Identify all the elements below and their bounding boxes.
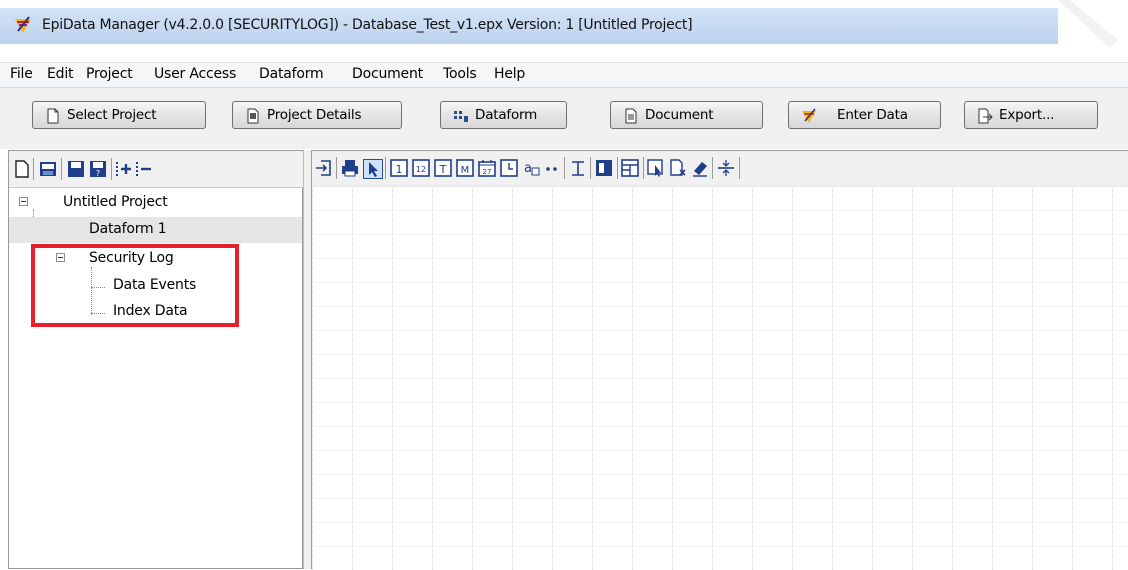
- tree-item-dataform-1[interactable]: Dataform 1: [9, 217, 302, 243]
- separator: [617, 157, 618, 179]
- separator: [336, 157, 337, 179]
- menu-user-access[interactable]: User Access: [154, 66, 236, 82]
- select-project-button[interactable]: Select Project: [32, 101, 206, 129]
- project-tree-panel: ? Untitled Project Dataform 1 Security L…: [8, 150, 304, 569]
- heading-icon[interactable]: [569, 159, 587, 177]
- document-icon: [625, 108, 637, 124]
- section-icon[interactable]: [595, 159, 613, 177]
- delete-page-icon[interactable]: [669, 159, 687, 177]
- separator: [61, 158, 62, 180]
- menu-help[interactable]: Help: [494, 66, 525, 82]
- export-button[interactable]: Export...: [964, 101, 1098, 129]
- select-area-icon[interactable]: [647, 159, 665, 177]
- project-details-button[interactable]: Project Details: [232, 101, 402, 129]
- dataform-label: Dataform: [475, 107, 538, 123]
- svg-text:12: 12: [416, 165, 426, 174]
- tree-item-label: Untitled Project: [63, 194, 168, 210]
- project-details-label: Project Details: [267, 107, 362, 123]
- svg-text:T: T: [439, 163, 447, 176]
- text-field-icon[interactable]: T: [434, 159, 452, 177]
- design-grid-overlay: [312, 186, 1128, 570]
- menu-bar: File Edit Project User Access Dataform D…: [0, 62, 1128, 87]
- new-project-icon[interactable]: [13, 160, 31, 178]
- remove-item-icon[interactable]: [135, 160, 153, 178]
- document-label: Document: [645, 107, 714, 123]
- epidata-app-icon: [15, 16, 31, 33]
- tree-item-label: Dataform 1: [89, 221, 167, 237]
- svg-text:?: ?: [96, 169, 100, 178]
- enter-data-icon: [802, 108, 816, 123]
- add-item-icon[interactable]: [115, 160, 133, 178]
- page-corner-decoration: [1058, 0, 1128, 62]
- separator: [643, 157, 644, 179]
- title-bar: EpiData Manager (v4.2.0.0 [SECURITYLOG])…: [0, 0, 1128, 62]
- time-field-icon[interactable]: [500, 159, 518, 177]
- float-field-icon[interactable]: 12: [412, 159, 430, 177]
- blank-page-icon: [47, 108, 59, 124]
- svg-text:1: 1: [396, 163, 403, 176]
- separator: [111, 158, 112, 180]
- dataform-icon: [454, 111, 468, 122]
- separator: [33, 158, 34, 180]
- form-layout-icon[interactable]: [621, 159, 639, 177]
- svg-text:a: a: [524, 161, 532, 176]
- panel-splitter[interactable]: [303, 150, 312, 569]
- designer-toolbar: 1 12 T M 27 a: [312, 151, 1128, 187]
- svg-text:M: M: [461, 165, 470, 176]
- enter-data-button[interactable]: Enter Data: [788, 101, 941, 129]
- import-icon[interactable]: [315, 159, 333, 177]
- date-field-icon[interactable]: 27: [478, 159, 496, 177]
- open-project-icon[interactable]: [39, 160, 57, 178]
- separator: [564, 157, 565, 179]
- spacer-icon[interactable]: [543, 159, 561, 177]
- main-toolbar: Select Project Project Details Dataform …: [0, 87, 1128, 149]
- save-icon[interactable]: [67, 160, 85, 178]
- pointer-icon[interactable]: [363, 159, 383, 179]
- menu-document[interactable]: Document: [352, 66, 423, 82]
- window-title: EpiData Manager (v4.2.0.0 [SECURITYLOG])…: [42, 17, 693, 33]
- separator: [739, 157, 740, 179]
- print-icon[interactable]: [341, 159, 359, 177]
- eraser-icon[interactable]: [691, 159, 709, 177]
- menu-file[interactable]: File: [10, 66, 33, 82]
- enter-data-label: Enter Data: [837, 107, 908, 123]
- auto-field-icon[interactable]: a: [522, 159, 540, 177]
- save-as-icon[interactable]: ?: [89, 160, 107, 178]
- document-button[interactable]: Document: [610, 101, 763, 129]
- separator: [712, 157, 713, 179]
- export-label: Export...: [999, 107, 1055, 123]
- separator: [590, 157, 591, 179]
- annotation-highlight-box: [31, 244, 239, 327]
- menu-tools[interactable]: Tools: [443, 66, 477, 82]
- menu-edit[interactable]: Edit: [47, 66, 74, 82]
- tree-item-untitled-project[interactable]: Untitled Project: [9, 191, 302, 215]
- memo-field-icon[interactable]: M: [456, 159, 474, 177]
- separator: [385, 157, 386, 179]
- svg-text:27: 27: [483, 168, 492, 176]
- collapse-toggle-icon[interactable]: [19, 197, 28, 206]
- project-details-icon: [247, 108, 259, 124]
- dataform-designer: 1 12 T M 27 a: [312, 150, 1128, 570]
- select-project-label: Select Project: [67, 107, 157, 123]
- export-icon: [978, 108, 993, 124]
- menu-project[interactable]: Project: [86, 66, 133, 82]
- menu-dataform[interactable]: Dataform: [259, 66, 324, 82]
- project-tree-toolbar: ?: [9, 151, 304, 188]
- dataform-button[interactable]: Dataform: [440, 101, 567, 129]
- split-icon[interactable]: [717, 159, 735, 177]
- integer-field-icon[interactable]: 1: [390, 159, 408, 177]
